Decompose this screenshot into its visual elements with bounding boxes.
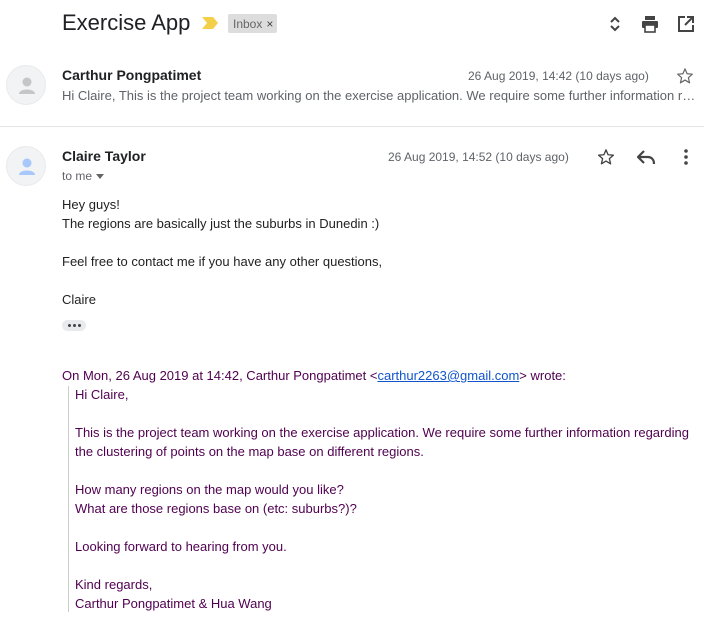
more-options-icon[interactable] bbox=[675, 146, 697, 168]
expand-collapse-icon[interactable] bbox=[603, 12, 627, 36]
body-line: The regions are basically just the subur… bbox=[62, 216, 380, 231]
message-date: 26 Aug 2019, 14:42 (10 days ago) bbox=[468, 69, 649, 83]
person-icon bbox=[19, 158, 35, 175]
quoted-line: What are those regions base on (etc: sub… bbox=[75, 501, 357, 516]
reply-icon[interactable] bbox=[635, 146, 657, 168]
thread-subject: Exercise App bbox=[62, 10, 191, 35]
quote-divider bbox=[68, 386, 69, 612]
quoted-line: Kind regards, bbox=[75, 577, 153, 592]
recipient-details-toggle[interactable]: to me bbox=[62, 169, 105, 183]
quoted-line: Hi Claire, bbox=[75, 387, 129, 402]
expanded-message: Claire Taylor 26 Aug 2019, 14:52 (10 day… bbox=[0, 136, 704, 635]
quoted-line: This is the project team working on the … bbox=[75, 425, 689, 440]
sender-name: Claire Taylor bbox=[62, 148, 146, 164]
collapsed-message[interactable]: Carthur Pongpatimet 26 Aug 2019, 14:42 (… bbox=[0, 55, 704, 127]
print-icon[interactable] bbox=[638, 12, 662, 36]
inbox-label-chip[interactable]: Inbox × bbox=[228, 14, 278, 33]
sender-name: Carthur Pongpatimet bbox=[62, 67, 202, 83]
quoted-line: the clustering of points on the map base… bbox=[75, 444, 424, 459]
chevron-down-icon bbox=[96, 173, 105, 179]
inbox-label-text: Inbox bbox=[233, 16, 263, 31]
show-trimmed-content-button[interactable] bbox=[62, 320, 86, 331]
quoted-line: How many regions on the map would you li… bbox=[75, 482, 344, 497]
quote-attribution: On Mon, 26 Aug 2019 at 14:42, Carthur Po… bbox=[62, 368, 566, 383]
star-icon[interactable] bbox=[674, 65, 696, 87]
message-snippet: Hi Claire, This is the project team work… bbox=[62, 88, 696, 103]
sender-email-link[interactable]: carthur2263@gmail.com bbox=[377, 368, 519, 383]
message-date: 26 Aug 2019, 14:52 (10 days ago) bbox=[388, 150, 569, 164]
quoted-line: Looking forward to hearing from you. bbox=[75, 539, 287, 554]
body-line: Hey guys! bbox=[62, 197, 120, 212]
person-icon bbox=[19, 77, 35, 94]
remove-label-icon[interactable]: × bbox=[266, 17, 273, 31]
open-in-new-window-icon[interactable] bbox=[674, 12, 698, 36]
sender-avatar bbox=[6, 146, 46, 186]
sender-avatar bbox=[6, 65, 46, 105]
importance-marker-icon[interactable] bbox=[201, 16, 219, 30]
quoted-line: Carthur Pongpatimet & Hua Wang bbox=[75, 596, 272, 611]
thread-header: Exercise App Inbox × bbox=[0, 0, 704, 48]
recipient-label: to me bbox=[62, 169, 93, 183]
body-signature: Claire bbox=[62, 292, 96, 307]
star-icon[interactable] bbox=[595, 146, 617, 168]
body-line: Feel free to contact me if you have any … bbox=[62, 254, 383, 269]
